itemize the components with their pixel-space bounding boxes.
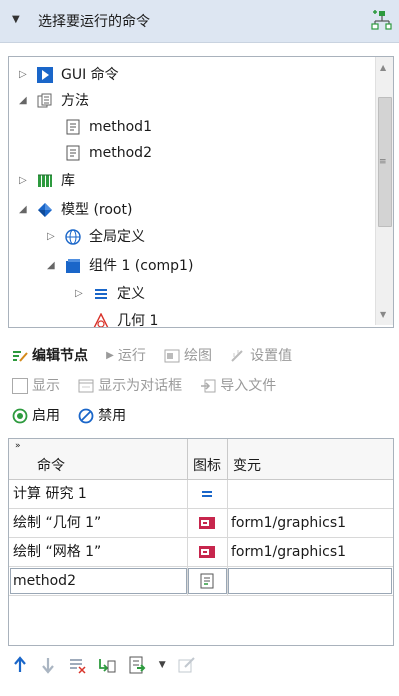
set-value-button[interactable]: 设置值: [230, 344, 292, 368]
move-down-icon[interactable]: [40, 656, 56, 674]
icon-cell[interactable]: [187, 480, 228, 508]
plot-button[interactable]: 绘图: [164, 344, 212, 368]
tree-item-label: method1: [89, 119, 152, 135]
display-toolbar: 显示 显示为对话框 导入文件: [12, 374, 290, 398]
section-header[interactable]: ▼ 选择要运行的命令: [0, 0, 399, 43]
argument-cell[interactable]: form1/graphics1: [227, 538, 393, 566]
import-file-button[interactable]: 导入文件: [200, 374, 276, 398]
edit-node-icon: [13, 351, 28, 362]
play-icon: ▶: [106, 350, 114, 361]
icon-cell[interactable]: [187, 567, 228, 595]
command-table[interactable]: » 命令 图标 变元 计算 研究 1 绘制 “几何 1” form1/graph…: [8, 438, 394, 646]
edit-node-button[interactable]: 编辑节点: [12, 344, 88, 368]
grip-icon: ≡: [379, 157, 387, 167]
model-icon: [38, 203, 52, 217]
argument-cell[interactable]: form1/graphics1: [227, 509, 393, 537]
plot-icon: [199, 546, 215, 558]
table-row[interactable]: 绘制 “几何 1” form1/graphics1: [9, 509, 393, 538]
collapse-icon[interactable]: ◢: [19, 198, 31, 222]
compute-icon: [202, 491, 212, 497]
scroll-down-icon[interactable]: ▼: [380, 310, 386, 319]
argument-cell[interactable]: [227, 567, 393, 595]
methods-folder-icon: [37, 93, 52, 108]
icon-cell[interactable]: [187, 509, 228, 537]
component-icon: [66, 259, 80, 273]
tree-item-label: method2: [89, 145, 152, 161]
extract-icon[interactable]: [98, 656, 116, 674]
expand-icon[interactable]: ▷: [47, 225, 59, 249]
method-icon: [200, 573, 214, 589]
section-title: 选择要运行的命令: [38, 14, 150, 30]
gui-command-icon: [37, 67, 53, 83]
disable-icon: [78, 408, 94, 424]
disable-button[interactable]: 禁用: [78, 404, 126, 428]
argument-cell[interactable]: [227, 480, 393, 508]
dialog-icon: [78, 379, 94, 393]
command-cell[interactable]: 绘制 “网格 1”: [9, 538, 188, 566]
expand-icon[interactable]: ▷: [75, 282, 87, 306]
tree-scrollbar[interactable]: ▲ ≡ ▼: [375, 57, 393, 325]
method-icon: [66, 145, 80, 161]
column-header-argument[interactable]: 变元: [227, 439, 393, 479]
expand-columns-icon[interactable]: »: [15, 441, 21, 451]
tree-item-label: 库: [61, 173, 75, 189]
collapse-caret-icon[interactable]: ▼: [12, 14, 20, 25]
table-header: » 命令 图标 变元: [9, 439, 393, 480]
table-toolbar: ▼: [12, 656, 204, 680]
definitions-icon: [95, 289, 107, 299]
plot-icon: [199, 517, 215, 529]
tree-item-label: 几何 1: [117, 313, 159, 328]
checkbox-icon: [12, 378, 28, 394]
tree-item-label: 方法: [61, 93, 89, 109]
delete-list-icon[interactable]: [68, 656, 86, 674]
tree-item-label: GUI 命令: [61, 67, 119, 83]
table-row[interactable]: 绘制 “网格 1” form1/graphics1: [9, 538, 393, 567]
geometry-icon: [93, 313, 109, 327]
tree-item-label: 全局定义: [89, 229, 145, 245]
collapse-icon[interactable]: ◢: [19, 89, 31, 113]
set-value-icon: [231, 350, 243, 362]
insert-icon[interactable]: [129, 656, 147, 674]
command-cell[interactable]: method2: [9, 567, 188, 595]
command-cell[interactable]: 计算 研究 1: [9, 480, 188, 508]
collapse-icon[interactable]: ◢: [47, 254, 59, 278]
tree-item-label: 模型 (root): [61, 202, 133, 218]
column-header-command[interactable]: » 命令: [9, 439, 188, 479]
enable-button[interactable]: 启用: [12, 404, 60, 428]
dropdown-arrow-icon[interactable]: ▼: [159, 660, 166, 670]
command-tree[interactable]: ▷ GUI 命令 ◢ 方法 method1 method2 ▷ 库 ◢ 模型 (…: [8, 56, 394, 328]
run-button[interactable]: ▶ 运行: [106, 344, 146, 368]
import-file-icon: [201, 379, 216, 393]
table-row[interactable]: 计算 研究 1: [9, 480, 393, 509]
show-checkbox[interactable]: 显示: [12, 374, 60, 398]
move-up-icon[interactable]: [12, 656, 28, 674]
show-as-dialog-button[interactable]: 显示为对话框: [78, 374, 182, 398]
enable-icon: [12, 408, 28, 424]
icon-cell[interactable]: [187, 538, 228, 566]
edit-icon[interactable]: [178, 656, 196, 674]
plot-icon: [164, 349, 180, 363]
column-header-icon[interactable]: 图标: [187, 439, 228, 479]
table-row[interactable]: method2: [9, 567, 393, 596]
tree-item-label: 定义: [117, 286, 145, 302]
node-toolbar: 编辑节点 ▶ 运行 绘图 设置值: [12, 344, 306, 368]
expand-icon[interactable]: ▷: [19, 169, 31, 193]
library-icon: [38, 174, 52, 187]
enable-toolbar: 启用 禁用: [12, 404, 140, 428]
globe-icon: [65, 229, 81, 245]
command-cell[interactable]: 绘制 “几何 1”: [9, 509, 188, 537]
expand-icon[interactable]: ▷: [19, 63, 31, 87]
scroll-up-icon[interactable]: ▲: [380, 63, 386, 72]
tree-item-label: 组件 1 (comp1): [89, 258, 194, 274]
tree-add-icon[interactable]: [370, 9, 392, 31]
method-icon: [66, 119, 80, 135]
